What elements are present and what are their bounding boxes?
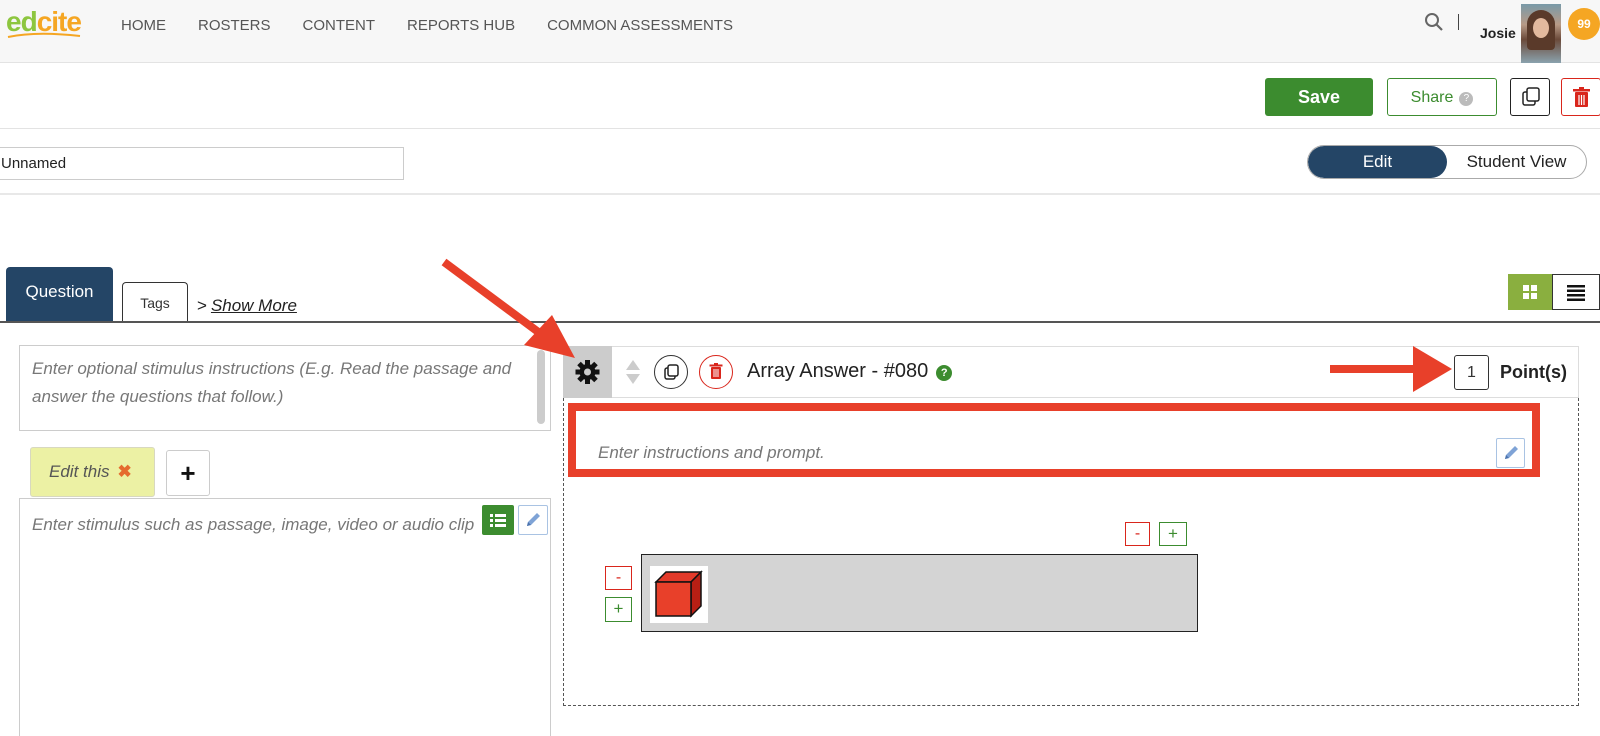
user-name[interactable]: Josie <box>1480 25 1516 41</box>
assessment-name-input[interactable] <box>0 147 404 180</box>
action-bar: Save Share? <box>0 63 1600 129</box>
avatar[interactable] <box>1521 4 1561 63</box>
stimulus-tab[interactable]: Edit this ✖ <box>30 447 155 497</box>
pencil-icon <box>527 513 540 526</box>
stimulus-instructions-field[interactable]: Enter optional stimulus instructions (E.… <box>19 345 551 431</box>
list-icon <box>490 514 506 527</box>
list-layout-button[interactable] <box>1552 274 1600 310</box>
duplicate-question-button[interactable] <box>654 355 688 389</box>
nav-reports-hub[interactable]: REPORTS HUB <box>407 17 515 34</box>
nav-rosters[interactable]: ROSTERS <box>198 17 271 34</box>
stimulus-content-field[interactable]: Enter stimulus such as passage, image, v… <box>19 498 551 736</box>
grid-layout-button[interactable] <box>1508 274 1552 310</box>
array-grid[interactable] <box>641 554 1198 632</box>
tabs-divider <box>0 321 1600 323</box>
notification-badge[interactable]: 99 <box>1568 8 1600 40</box>
show-more-link[interactable]: > Show More <box>197 296 297 316</box>
save-button[interactable]: Save <box>1265 78 1373 116</box>
trash-icon <box>709 363 723 379</box>
help-icon: ? <box>1459 92 1474 106</box>
question-settings-button[interactable] <box>563 346 612 398</box>
chevron-right-icon: > <box>197 296 207 315</box>
points-input[interactable]: 1 <box>1454 355 1489 390</box>
copy-icon <box>664 364 679 380</box>
stimulus-scrollbar[interactable] <box>537 350 545 424</box>
copy-icon <box>1522 87 1540 106</box>
show-more-label: Show More <box>210 296 297 315</box>
title-bar: Edit Student View <box>0 129 1600 195</box>
grid-icon <box>1523 285 1537 299</box>
student-view-toggle[interactable]: Student View <box>1447 146 1586 178</box>
help-icon[interactable]: ? <box>936 365 953 381</box>
nav-divider <box>1458 14 1459 30</box>
gear-icon <box>575 360 600 384</box>
main-nav: HOME ROSTERS CONTENT REPORTS HUB COMMON … <box>121 17 765 34</box>
share-label: Share <box>1410 89 1454 106</box>
tab-tags[interactable]: Tags <box>122 282 188 322</box>
add-column-button[interactable]: + <box>1159 522 1187 546</box>
remove-column-button[interactable]: - <box>1125 522 1150 546</box>
trash-icon <box>1573 87 1590 107</box>
add-row-button[interactable]: + <box>605 597 632 622</box>
search-icon[interactable] <box>1424 12 1444 32</box>
nav-common-assessments[interactable]: COMMON ASSESSMENTS <box>547 17 733 34</box>
pencil-icon <box>1505 446 1518 459</box>
question-title-text: Array Answer - #080 <box>747 360 929 382</box>
top-nav: edcite HOME ROSTERS CONTENT REPORTS HUB … <box>0 0 1600 63</box>
question-title: Array Answer - #080? <box>747 360 953 383</box>
points-label: Point(s) <box>1500 362 1567 382</box>
stimulus-list-button[interactable] <box>482 505 514 535</box>
app-root: edcite HOME ROSTERS CONTENT REPORTS HUB … <box>0 0 1600 736</box>
add-stimulus-tab-button[interactable]: + <box>166 450 210 496</box>
close-icon[interactable]: ✖ <box>117 462 131 481</box>
remove-row-button[interactable]: - <box>605 566 632 590</box>
red-cube-icon <box>654 570 706 620</box>
delete-question-button[interactable] <box>699 355 733 389</box>
arrow-to-settings <box>441 258 575 358</box>
share-button[interactable]: Share? <box>1387 78 1497 116</box>
delete-button[interactable] <box>1561 78 1600 116</box>
stimulus-edit-button[interactable] <box>518 505 548 535</box>
stimulus-placeholder: Enter stimulus such as passage, image, v… <box>32 515 475 534</box>
duplicate-button[interactable] <box>1510 78 1550 116</box>
stimulus-tab-label: Edit this <box>49 462 110 481</box>
tab-question[interactable]: Question <box>6 267 113 322</box>
sort-icon[interactable] <box>624 358 642 386</box>
edit-toggle[interactable]: Edit <box>1308 146 1447 178</box>
prompt-highlight[interactable] <box>568 403 1540 477</box>
nav-content[interactable]: CONTENT <box>303 17 376 34</box>
nav-home[interactable]: HOME <box>121 17 166 34</box>
list-icon <box>1567 285 1585 301</box>
view-toggle: Edit Student View <box>1307 145 1587 179</box>
prompt-edit-button[interactable] <box>1496 438 1525 468</box>
logo-swoosh <box>7 32 81 38</box>
array-cell[interactable] <box>650 566 708 623</box>
prompt-placeholder: Enter instructions and prompt. <box>598 443 825 462</box>
